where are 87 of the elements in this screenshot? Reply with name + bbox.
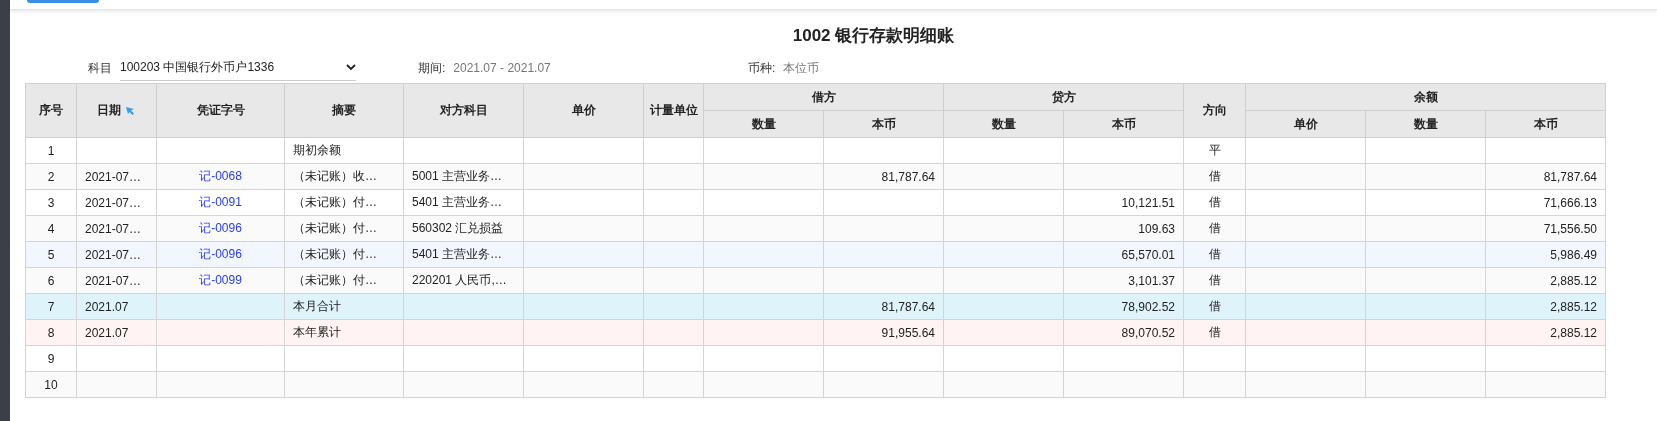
- table-cell: 期初余额: [293, 143, 341, 157]
- voucher-link[interactable]: 记-0096: [199, 247, 242, 261]
- table-cell: 91,955.64: [881, 325, 935, 340]
- column-header: 余额: [1245, 83, 1606, 111]
- column-header: 计量单位: [643, 83, 704, 138]
- filter-label: 币种:: [748, 59, 776, 77]
- voucher-link[interactable]: 记-0068: [199, 169, 242, 183]
- table-cell: 2,885.12: [1550, 325, 1597, 340]
- table-cell: 9: [47, 351, 55, 366]
- column-header: 数量: [703, 110, 824, 138]
- table-cell: 2021.07: [85, 325, 129, 340]
- table-cell: 2,885.12: [1550, 299, 1597, 314]
- column-header: 摘要: [284, 83, 404, 138]
- table-cell: 本月合计: [293, 299, 341, 313]
- column-header: 序号: [25, 83, 77, 138]
- table-cell: 2021-07…: [85, 169, 142, 184]
- table-cell: 借: [1208, 195, 1221, 209]
- chevron-down-icon: [346, 64, 356, 71]
- table-cell: 借: [1208, 221, 1221, 235]
- table-cell: 8: [47, 325, 55, 340]
- table-cell: 2021-07…: [85, 247, 142, 262]
- filter-label: 科目: [88, 59, 112, 77]
- table-cell: 2021-07…: [85, 195, 142, 210]
- table-cell: 71,666.13: [1543, 195, 1597, 210]
- table-cell: （未记账）付…: [293, 195, 377, 209]
- table-cell: 2021-07…: [85, 273, 142, 288]
- table-cell: 109.63: [1138, 221, 1175, 236]
- column-header[interactable]: 日期: [76, 83, 157, 138]
- table-cell: 本年累计: [293, 325, 341, 339]
- table-cell: （未记账）收…: [293, 169, 377, 183]
- subject-select[interactable]: 100203 中国银行外币户1336: [120, 55, 356, 81]
- table-cell: （未记账）付…: [293, 273, 377, 287]
- voucher-link[interactable]: 记-0096: [199, 221, 242, 235]
- column-header: 单价: [523, 83, 644, 138]
- column-header: 贷方: [943, 83, 1184, 111]
- column-header: 凭证字号: [156, 83, 285, 138]
- filter-label: 期间:: [418, 59, 446, 77]
- filter-value: 2021.07 - 2021.07: [453, 61, 551, 75]
- table-cell: 6: [47, 273, 55, 288]
- table-cell: 10,121.51: [1121, 195, 1175, 210]
- voucher-link[interactable]: 记-0099: [199, 273, 242, 287]
- table-cell: （未记账）付…: [293, 221, 377, 235]
- table-cell: 71,556.50: [1543, 221, 1597, 236]
- table-cell: 平: [1208, 143, 1221, 157]
- table-cell: 560302 汇兑损益: [412, 221, 504, 235]
- table-cell: 5401 主营业务…: [412, 247, 503, 261]
- table-cell: 3,101.37: [1128, 273, 1175, 288]
- page-title: 1002 银行存款明细账: [791, 25, 956, 47]
- column-header: 借方: [703, 83, 944, 111]
- column-header: 本币: [1063, 110, 1184, 138]
- table-cell: 借: [1208, 169, 1221, 183]
- table-cell: 2021-07…: [85, 221, 142, 236]
- column-header: 本币: [1485, 110, 1606, 138]
- table-cell: 78,902.52: [1121, 299, 1175, 314]
- top-button[interactable]: [27, 0, 99, 3]
- table-cell: 89,070.52: [1121, 325, 1175, 340]
- table-cell: 5401 主营业务…: [412, 195, 503, 209]
- table-cell: 5: [47, 247, 55, 262]
- table-cell: 4: [47, 221, 55, 236]
- table-cell: 2021.07: [85, 299, 129, 314]
- table-cell: 借: [1208, 299, 1221, 313]
- table-cell: 借: [1208, 325, 1221, 339]
- table-cell: 3: [47, 195, 55, 210]
- table-cell: （未记账）付…: [293, 247, 377, 261]
- table-cell: 5001 主营业务…: [412, 169, 503, 183]
- table-cell: 7: [47, 299, 55, 314]
- table-cell: 81,787.64: [881, 169, 935, 184]
- table-cell: 81,787.64: [1543, 169, 1597, 184]
- voucher-link[interactable]: 记-0091: [199, 195, 242, 209]
- table-cell: 借: [1208, 247, 1221, 261]
- column-header: 方向: [1183, 83, 1246, 138]
- table-cell: 81,787.64: [881, 299, 935, 314]
- column-header: 单价: [1245, 110, 1366, 138]
- filter-value: 本位币: [783, 59, 820, 77]
- column-header: 对方科目: [403, 83, 524, 138]
- table-cell: 2: [47, 169, 55, 184]
- sort-icon[interactable]: [125, 104, 136, 115]
- table-cell: 220201 人民币,…: [412, 273, 507, 287]
- column-header: 本币: [823, 110, 944, 138]
- table-cell: 65,570.01: [1121, 247, 1175, 262]
- table-cell: 5,986.49: [1550, 247, 1597, 262]
- column-header: 数量: [943, 110, 1064, 138]
- column-header: 数量: [1365, 110, 1486, 138]
- table-cell: 借: [1208, 273, 1221, 287]
- table-cell: 10: [44, 377, 58, 392]
- table-cell: 1: [47, 143, 55, 158]
- table-cell: 2,885.12: [1550, 273, 1597, 288]
